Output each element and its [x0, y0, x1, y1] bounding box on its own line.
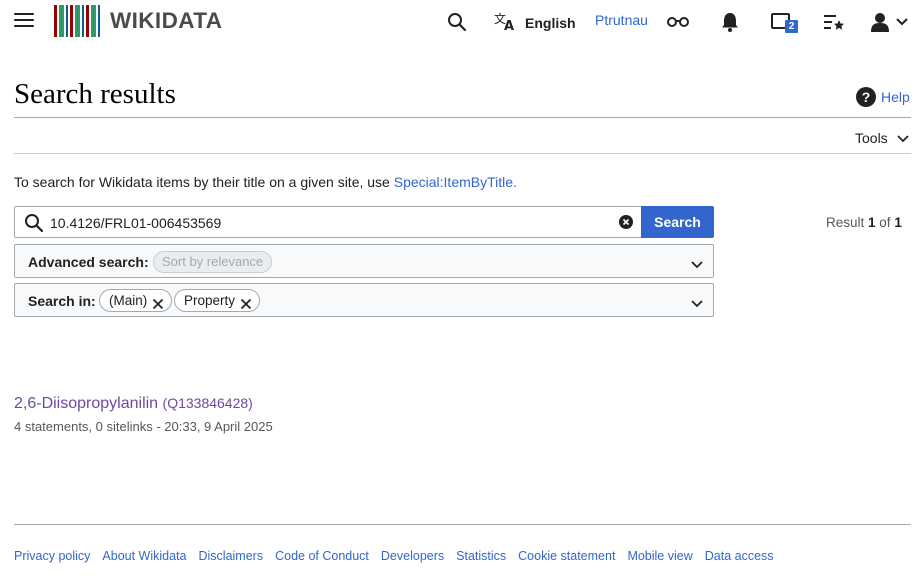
sort-chip: Sort by relevance	[153, 251, 273, 273]
advanced-search-panel[interactable]: Advanced search: Sort by relevance	[14, 244, 714, 278]
svg-text:A: A	[504, 19, 514, 31]
remove-icon[interactable]	[152, 295, 164, 309]
help-link[interactable]: ? Help	[856, 87, 910, 107]
logo-bar	[86, 5, 89, 37]
hamburger-menu-icon[interactable]	[14, 11, 34, 31]
item-by-title-link[interactable]: Special:ItemByTitle	[394, 174, 513, 190]
user-page-link[interactable]: Ptrutnau	[595, 12, 648, 28]
intro-prefix: To search for Wikidata items by their ti…	[14, 174, 394, 190]
chevron-down-icon	[897, 130, 909, 146]
chip-label: Property	[184, 293, 236, 308]
search-icon[interactable]	[445, 10, 469, 34]
result-of: of	[875, 215, 895, 230]
logo-bar	[59, 5, 64, 37]
logo-bar	[75, 5, 80, 37]
remove-icon[interactable]	[240, 295, 252, 309]
footer-divider	[14, 524, 911, 525]
result-total: 1	[894, 215, 902, 230]
footer-link-code-of-conduct[interactable]: Code of Conduct	[275, 549, 369, 563]
result-prefix: Result	[826, 215, 869, 230]
footer-link-developers[interactable]: Developers	[381, 549, 444, 563]
footer-link-cookie[interactable]: Cookie statement	[518, 549, 615, 563]
intro-text: To search for Wikidata items by their ti…	[14, 174, 517, 190]
tools-divider	[14, 153, 911, 154]
chip-label: (Main)	[109, 293, 148, 308]
logo-bar	[70, 5, 73, 37]
site-header: WIKIDATA 文A English Ptrutnau 2	[0, 0, 919, 44]
clear-icon[interactable]	[619, 215, 633, 229]
result-current: 1	[868, 215, 876, 230]
result-title-link[interactable]: 2,6-Diisopropylanilin	[14, 395, 158, 412]
footer-link-statistics[interactable]: Statistics	[456, 549, 506, 563]
footer-links: Privacy policy About Wikidata Disclaimer…	[14, 549, 774, 563]
logo-bar	[82, 5, 84, 37]
search-result-heading: 2,6-Diisopropylanilin (Q133846428)	[14, 395, 253, 413]
result-meta: 4 statements, 0 sitelinks - 20:33, 9 Apr…	[14, 419, 273, 434]
namespace-chip-main[interactable]: (Main)	[99, 289, 173, 312]
logo-bar	[66, 5, 68, 37]
tools-dropdown[interactable]: Tools	[855, 130, 909, 146]
logo-wordmark: WIKIDATA	[110, 8, 223, 33]
result-count: Result 1 of 1	[826, 215, 902, 230]
language-selector[interactable]: 文A English	[494, 11, 576, 34]
chevron-down-icon[interactable]	[894, 10, 910, 34]
result-id: (Q133846428)	[162, 395, 253, 411]
intro-suffix: .	[513, 174, 517, 190]
language-label: English	[525, 14, 576, 31]
logo-bar	[98, 5, 100, 37]
footer-link-data-access[interactable]: Data access	[705, 549, 774, 563]
footer-link-privacy[interactable]: Privacy policy	[14, 549, 90, 563]
title-divider	[14, 117, 911, 118]
translate-icon: 文A	[494, 11, 516, 34]
logo-bar	[54, 5, 57, 37]
footer-link-mobile[interactable]: Mobile view	[627, 549, 692, 563]
search-icon	[24, 213, 44, 236]
wikidata-logo[interactable]: WIKIDATA	[54, 5, 222, 37]
search-button[interactable]: Search	[641, 206, 714, 238]
footer-link-about[interactable]: About Wikidata	[102, 549, 186, 563]
chevron-down-icon[interactable]	[691, 295, 703, 311]
logo-barcode	[54, 5, 102, 37]
help-label: Help	[881, 89, 910, 105]
logo-bar	[91, 5, 96, 37]
user-icon[interactable]	[868, 10, 892, 34]
help-icon: ?	[856, 87, 876, 107]
namespace-chip-property[interactable]: Property	[174, 289, 261, 312]
advanced-search-label: Advanced search:	[28, 254, 149, 270]
page-title: Search results	[14, 78, 176, 110]
list-star-icon[interactable]	[822, 10, 846, 34]
chevron-down-icon[interactable]	[691, 256, 703, 272]
glasses-icon[interactable]	[666, 10, 690, 34]
footer-link-disclaimers[interactable]: Disclaimers	[199, 549, 264, 563]
bell-icon[interactable]	[718, 10, 742, 34]
search-query[interactable]: 10.4126/FRL01-006453569	[50, 215, 221, 231]
search-in-label: Search in:	[28, 293, 96, 309]
search-in-panel[interactable]: Search in: (Main) Property	[14, 283, 714, 317]
tools-label: Tools	[855, 130, 888, 146]
messages-count-badge: 2	[785, 20, 798, 33]
search-input[interactable]: 10.4126/FRL01-006453569	[14, 206, 642, 238]
